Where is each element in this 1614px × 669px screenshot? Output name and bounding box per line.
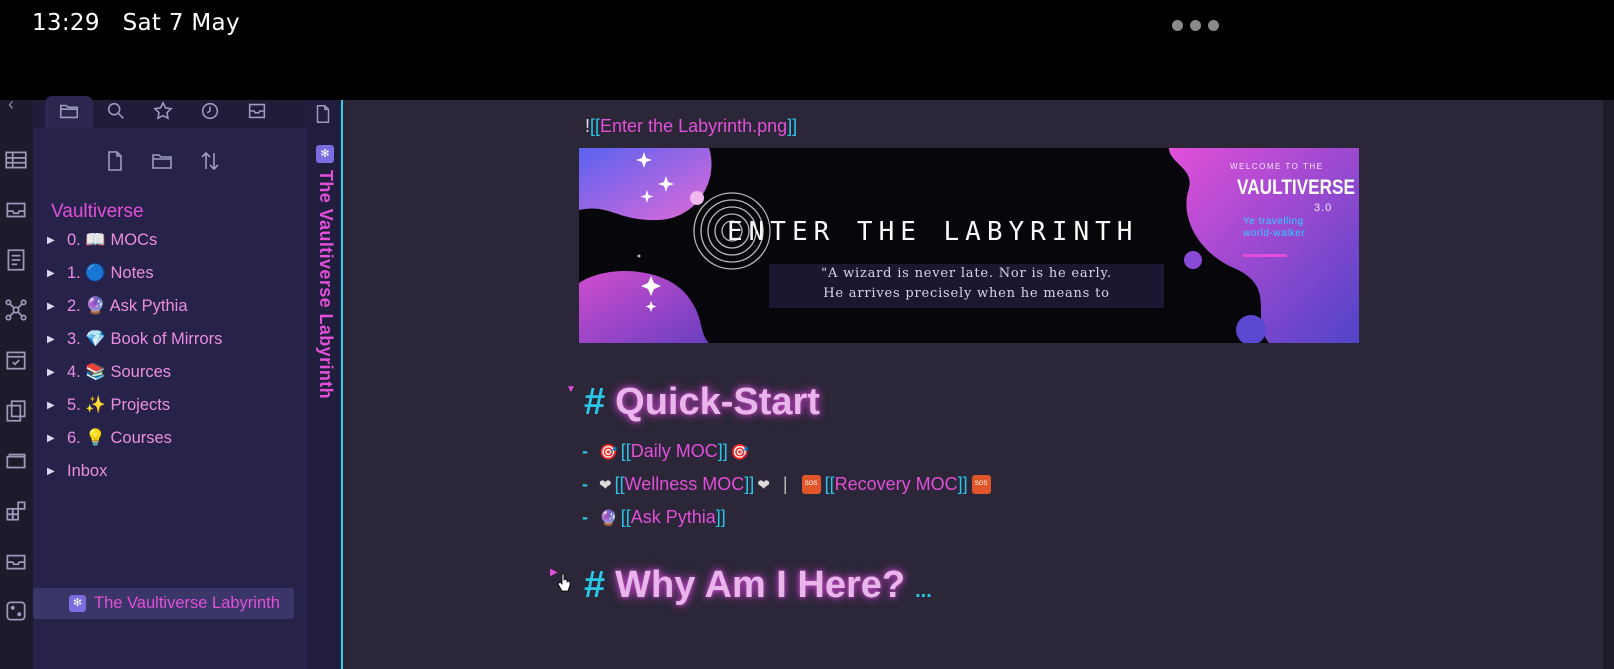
link-ask-pythia[interactable]: Ask Pythia	[631, 507, 716, 528]
graph-view-icon[interactable]	[3, 297, 29, 323]
hearts-icon: ❤	[757, 476, 770, 494]
folder-courses[interactable]: ▶ 6. 💡 Courses	[47, 424, 172, 452]
folder-label: Inbox	[67, 461, 108, 480]
target-icon: 🎯	[599, 443, 618, 461]
banner-title: ENTER THE LABYRINTH	[727, 217, 1139, 247]
excalidraw-file-icon: ✻	[69, 595, 86, 612]
folder-label: 5. ✨ Projects	[67, 395, 171, 414]
labyrinth-banner-image: ENTER THE LABYRINTH "A wizard is never l…	[579, 148, 1359, 343]
dice-icon[interactable]	[3, 598, 29, 624]
archive-icon[interactable]	[3, 548, 29, 574]
editor-pane[interactable]: ![[Enter the Labyrinth.png]] ENTER THE L…	[345, 100, 1603, 669]
obsidian-app: ‹ Vaultiverse ▶ 0. 📖 MOCs ▶ 1. 🔵 Notes ▶…	[0, 94, 1614, 669]
folder-book-of-mirrors[interactable]: ▶ 3. 💎 Book of Mirrors	[47, 325, 222, 353]
banner-divider	[1243, 254, 1287, 257]
link-daily-moc[interactable]: Daily MOC	[631, 441, 718, 462]
caret-right-icon[interactable]: ▶	[47, 433, 67, 444]
crystal-ball-icon: 🔮	[599, 509, 618, 527]
list-item[interactable]: - ❤ [[Wellness MOC]] ❤ | SOS [[Recovery …	[582, 474, 995, 495]
folder-label: 2. 🔮 Ask Pythia	[67, 296, 188, 315]
back-chevron-icon[interactable]: ‹	[8, 94, 14, 115]
sort-icon[interactable]	[198, 148, 222, 174]
star-icon[interactable]	[152, 100, 174, 122]
files-icon[interactable]	[58, 100, 80, 122]
stack-icon[interactable]	[3, 448, 29, 474]
new-note-icon[interactable]	[103, 148, 127, 174]
editor-scrollbar[interactable]	[1603, 100, 1614, 669]
folder-sources[interactable]: ▶ 4. 📚 Sources	[47, 358, 171, 386]
list-item[interactable]: - 🔮 [[Ask Pythia]]	[582, 507, 726, 528]
inbox-icon[interactable]	[3, 197, 29, 223]
caret-right-icon[interactable]: ▶	[47, 334, 67, 345]
link-wellness-moc[interactable]: Wellness MOC	[625, 474, 745, 495]
folder-inbox[interactable]: ▶ Inbox	[47, 457, 107, 485]
banner-brand: VAULTIVERSE	[1237, 176, 1356, 199]
folder-notes[interactable]: ▶ 1. 🔵 Notes	[47, 259, 154, 287]
folder-label: 6. 💡 Courses	[67, 428, 172, 447]
folder-label: 1. 🔵 Notes	[67, 263, 154, 282]
banner-welcome: WELCOME TO THE	[1230, 162, 1324, 171]
caret-right-icon[interactable]: ▶	[47, 268, 67, 279]
sos-icon: SOS	[971, 475, 991, 494]
table-icon[interactable]	[3, 147, 29, 173]
vault-name[interactable]: Vaultiverse	[51, 201, 144, 223]
new-file-icon[interactable]	[312, 102, 334, 126]
multitasking-dots-icon[interactable]	[1172, 20, 1219, 31]
mouse-pointer-icon	[557, 573, 571, 592]
sos-icon: SOS	[801, 475, 821, 494]
kanban-icon[interactable]	[3, 247, 29, 273]
calendar-check-icon[interactable]	[3, 347, 29, 373]
folder-label: 0. 📖 MOCs	[67, 230, 158, 249]
blocks-icon[interactable]	[3, 498, 29, 524]
folder-mocs[interactable]: ▶ 0. 📖 MOCs	[47, 226, 157, 254]
status-time: 13:29 Sat 7 May	[32, 10, 240, 36]
link-recovery-moc[interactable]: Recovery MOC	[835, 474, 958, 495]
status-bar: 13:29 Sat 7 May	[0, 0, 1614, 100]
folder-projects[interactable]: ▶ 5. ✨ Projects	[47, 391, 170, 419]
file-explorer-sidebar: Vaultiverse ▶ 0. 📖 MOCs ▶ 1. 🔵 Notes ▶ 2. 🔮…	[33, 96, 307, 669]
tab-title[interactable]: The Vaultiverse Labyrinth	[315, 170, 336, 399]
clock-icon[interactable]	[199, 100, 221, 122]
heading-quick-start[interactable]: # Quick-Start	[584, 381, 820, 424]
banner-quote: "A wizard is never late. Nor is he early…	[769, 264, 1164, 308]
list-item[interactable]: - 🎯 [[Daily MOC]] 🎯	[582, 441, 752, 462]
target-icon: 🎯	[730, 443, 750, 461]
folder-ask-pythia[interactable]: ▶ 2. 🔮 Ask Pythia	[47, 292, 188, 320]
vertical-tab-strip: ✻ The Vaultiverse Labyrinth	[307, 100, 343, 669]
caret-right-icon[interactable]: ▶	[47, 367, 67, 378]
caret-right-icon[interactable]: ▶	[47, 466, 67, 477]
search-icon[interactable]	[105, 100, 127, 122]
banner-tagline: Ye travelling world-walker	[1243, 216, 1306, 239]
folder-label: 4. 📚 Sources	[67, 362, 172, 381]
left-ribbon: ‹	[0, 94, 33, 669]
new-folder-icon[interactable]	[150, 148, 174, 174]
image-embed-link[interactable]: ![[Enter the Labyrinth.png]]	[585, 116, 797, 137]
caret-right-icon[interactable]: ▶	[47, 400, 67, 411]
folded-ellipsis[interactable]: ...	[915, 580, 932, 602]
fold-open-icon[interactable]: ▼	[566, 384, 576, 395]
hearts-icon: ❤	[599, 476, 612, 494]
file-vaultiverse-labyrinth[interactable]: ✻ The Vaultiverse Labyrinth	[33, 588, 294, 619]
folder-label: 3. 💎 Book of Mirrors	[67, 329, 223, 348]
copy-document-icon[interactable]	[3, 398, 29, 424]
excalidraw-tab-icon[interactable]: ✻	[316, 145, 334, 163]
caret-right-icon[interactable]: ▶	[47, 235, 67, 246]
inbox-tab-icon[interactable]	[246, 100, 268, 122]
heading-why-am-i-here[interactable]: # Why Am I Here?...	[584, 564, 932, 607]
file-label: The Vaultiverse Labyrinth	[94, 594, 280, 612]
caret-right-icon[interactable]: ▶	[47, 301, 67, 312]
sidebar-tabs	[33, 96, 307, 128]
banner-version: 3.0	[1314, 202, 1333, 214]
